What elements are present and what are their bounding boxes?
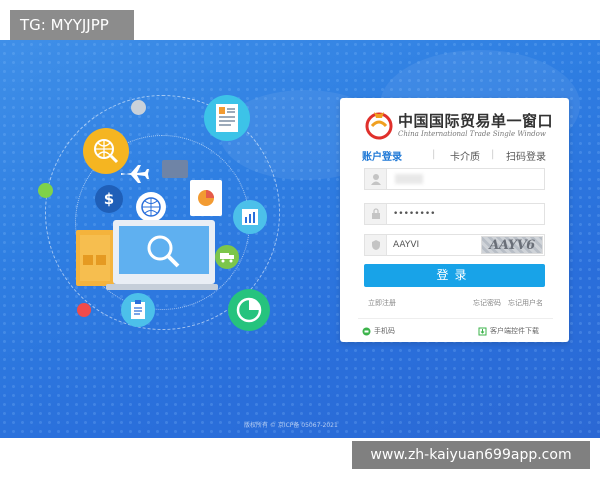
divider — [358, 318, 553, 319]
tab-qr-login[interactable]: 扫码登录 — [506, 148, 546, 163]
airplane-icon — [118, 162, 150, 186]
mobile-login-link[interactable]: 手机码 — [362, 326, 395, 336]
brand-name-cn: 中国国际贸易单一窗口 — [398, 112, 554, 130]
package-icon — [76, 230, 114, 286]
username-field[interactable] — [364, 168, 545, 190]
clipboard-icon — [121, 293, 155, 327]
tab-separator: | — [491, 149, 495, 160]
watermark-top: TG: MYYJJPP — [10, 10, 134, 40]
blurred-username — [395, 174, 423, 184]
laptop-icon — [113, 220, 215, 284]
password-field[interactable] — [364, 203, 545, 225]
login-card: 中国国际贸易单一窗口 China International Trade Sin… — [340, 98, 569, 342]
captcha-input[interactable] — [393, 238, 483, 252]
document-icon — [204, 95, 250, 141]
user-icon — [365, 169, 387, 189]
forgot-password-link[interactable]: 忘记密码 — [473, 298, 501, 308]
login-button[interactable]: 登录 — [364, 264, 545, 287]
tab-separator: | — [432, 149, 436, 160]
login-tabs: 账户登录 | 卡介质 | 扫码登录 — [358, 148, 553, 164]
shield-icon — [365, 235, 387, 255]
brand-header: 中国国际贸易单一窗口 China International Trade Sin… — [360, 106, 560, 142]
tab-account-login[interactable]: 账户登录 — [362, 148, 402, 163]
dollar-icon: $ — [95, 185, 123, 213]
captcha-field[interactable]: AAYV6 — [364, 234, 545, 256]
truck-icon — [215, 245, 239, 269]
truck-card-icon — [162, 160, 188, 178]
password-input[interactable] — [393, 207, 483, 221]
logo-icon — [365, 112, 393, 140]
forgot-username-link[interactable]: 忘记用户名 — [508, 298, 543, 308]
decor-dot — [131, 100, 146, 115]
client-download-link[interactable]: 客户端控件下载 — [478, 326, 539, 336]
download-icon — [478, 327, 487, 335]
register-link[interactable]: 立即注册 — [368, 298, 396, 308]
brand-name-en: China International Trade Single Window — [398, 130, 546, 138]
globe-icon — [136, 192, 166, 222]
laptop-base — [106, 284, 218, 290]
bar-chart-icon — [233, 200, 267, 234]
tab-card-medium[interactable]: 卡介质 — [450, 148, 480, 163]
pie-chart-icon — [228, 289, 270, 331]
decor-dot — [38, 183, 53, 198]
captcha-image[interactable]: AAYV6 — [481, 236, 543, 254]
page: $ 版权所有 © 京ICP备 05067-2021 中国国际贸易单一窗口 Chi… — [0, 0, 600, 480]
watermark-bottom: www.zh-kaiyuan699app.com — [352, 441, 590, 469]
decor-dot — [77, 303, 91, 317]
chat-icon — [362, 327, 371, 335]
pie-report-icon — [190, 180, 222, 216]
lock-icon — [365, 204, 387, 224]
mobile-login-label: 手机码 — [374, 327, 395, 335]
copyright-text: 版权所有 © 京ICP备 05067-2021 — [244, 422, 338, 429]
client-download-label: 客户端控件下载 — [490, 327, 539, 335]
